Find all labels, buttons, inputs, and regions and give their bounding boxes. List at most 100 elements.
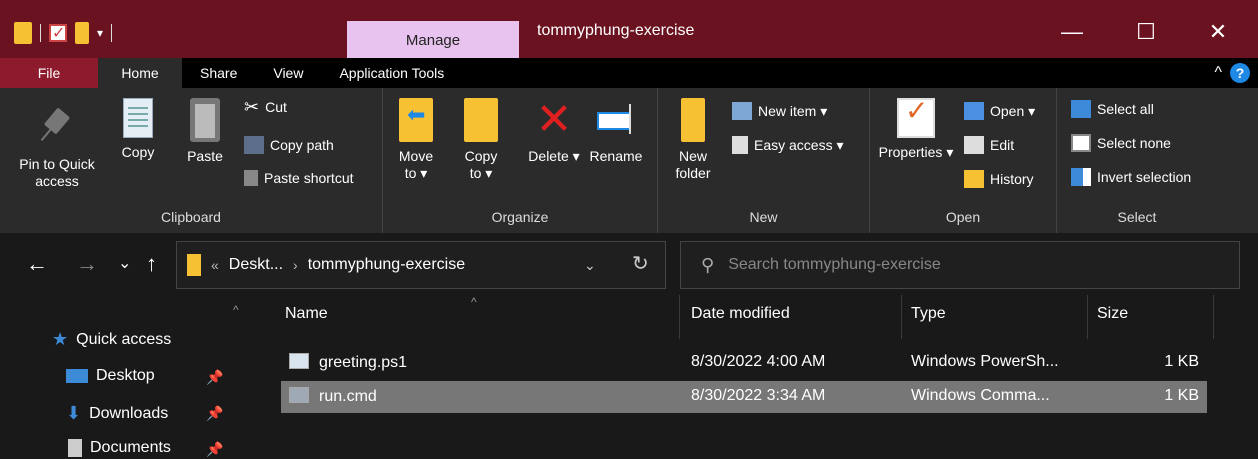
copy-icon	[123, 98, 153, 138]
column-header-date-modified[interactable]: Date modified	[691, 305, 790, 323]
properties-button[interactable]: Properties ▾	[878, 98, 954, 161]
tab-file[interactable]: File	[0, 58, 98, 88]
select-all-icon	[1071, 100, 1091, 118]
history-icon	[964, 170, 984, 188]
organize-group-label: Organize	[491, 209, 549, 225]
paste-shortcut-button[interactable]: Paste shortcut	[244, 170, 354, 186]
minimize-button[interactable]: —	[1042, 14, 1102, 50]
forward-button[interactable]: →	[76, 251, 98, 277]
properties-check-icon[interactable]	[49, 23, 67, 43]
tab-view[interactable]: View	[255, 58, 321, 88]
paste-shortcut-icon	[244, 170, 258, 186]
column-header-type[interactable]: Type	[911, 305, 946, 323]
pin-to-quick-access-label: Pin to Quick access	[19, 156, 95, 189]
search-box[interactable]: ⚲ Search tommyphung-exercise	[680, 241, 1240, 289]
easy-access-button[interactable]: Easy access ▾	[732, 136, 844, 154]
manage-contextual-tab[interactable]: Manage	[347, 21, 519, 59]
overflow-chevron[interactable]: «	[211, 257, 219, 273]
pin-to-quick-access-button[interactable]: Pin to Quick access	[14, 98, 100, 190]
new-group: New folder New item ▾ Easy access ▾ New	[658, 88, 870, 233]
rename-button[interactable]: Rename	[583, 98, 649, 165]
clipboard-group: Pin to Quick access Copy Paste ✂ Cut Cop…	[0, 88, 383, 233]
invert-selection-button[interactable]: Invert selection	[1071, 168, 1191, 186]
nav-item-downloads[interactable]: ⬇ Downloads	[66, 403, 168, 424]
select-group: Select all Select none Invert selection …	[1057, 88, 1217, 233]
copy-label: Copy	[121, 144, 155, 160]
move-to-button[interactable]: Move to ▾	[397, 98, 435, 182]
edit-button[interactable]: Edit	[964, 136, 1014, 154]
paste-icon	[190, 98, 220, 142]
folder-icon	[187, 254, 201, 276]
column-divider[interactable]	[679, 295, 680, 339]
pin-icon	[37, 98, 77, 150]
delete-button[interactable]: ✕ Delete ▾	[527, 98, 581, 165]
select-none-label: Select none	[1097, 135, 1171, 151]
cut-button[interactable]: ✂ Cut	[244, 98, 287, 116]
edit-label: Edit	[990, 137, 1015, 153]
history-button[interactable]: History	[964, 170, 1034, 188]
tab-application-tools[interactable]: Application Tools	[321, 58, 462, 88]
address-history-dropdown[interactable]: ⌄	[584, 257, 596, 274]
copy-path-icon	[244, 136, 264, 154]
tab-share[interactable]: Share	[182, 58, 255, 88]
up-button[interactable]: ↑	[146, 251, 157, 277]
delete-label: Delete ▾	[528, 148, 580, 164]
window-title: tommyphung-exercise	[537, 22, 695, 39]
ribbon-tab-bar: File Home Share View Application Tools	[0, 58, 1258, 88]
properties-label: Properties ▾	[878, 144, 954, 160]
folder-icon[interactable]	[14, 22, 32, 44]
new-folder-button[interactable]: New folder	[670, 98, 716, 182]
open-button[interactable]: Open ▾	[964, 102, 1035, 120]
desktop-icon	[66, 369, 88, 383]
column-header-size[interactable]: Size	[1097, 305, 1128, 323]
copy-to-button[interactable]: Copy to ▾	[461, 98, 501, 182]
nav-item-documents[interactable]: Documents	[68, 439, 171, 457]
customize-toolbar-dropdown[interactable]: ▾	[97, 26, 103, 40]
maximize-button[interactable]: ☐	[1116, 14, 1176, 50]
breadcrumb-current[interactable]: tommyphung-exercise	[308, 256, 465, 274]
scroll-up-arrow[interactable]: ^	[233, 303, 239, 317]
rename-icon	[595, 98, 637, 142]
column-header-name[interactable]: Name	[285, 305, 328, 323]
select-all-button[interactable]: Select all	[1071, 100, 1154, 118]
invert-selection-label: Invert selection	[1097, 169, 1192, 185]
open-icon	[964, 102, 984, 120]
table-row[interactable]: run.cmd 8/30/2022 3:34 AM Windows Comma.…	[281, 381, 1207, 413]
paste-button[interactable]: Paste	[182, 98, 228, 165]
powershell-script-icon	[289, 353, 309, 369]
nav-item-desktop[interactable]: Desktop	[66, 367, 155, 385]
tab-home[interactable]: Home	[98, 58, 182, 88]
new-item-button[interactable]: New item ▾	[732, 102, 827, 120]
column-divider[interactable]	[1213, 295, 1214, 339]
file-name-cell: greeting.ps1	[289, 353, 407, 372]
copy-to-label: Copy to ▾	[464, 148, 498, 181]
move-to-icon	[399, 98, 433, 142]
nav-item-label: Documents	[90, 439, 171, 456]
close-button[interactable]: ✕	[1188, 14, 1248, 50]
column-divider[interactable]	[1087, 295, 1088, 339]
back-button[interactable]: ←	[26, 251, 48, 277]
breadcrumb-parent[interactable]: Deskt...	[229, 256, 283, 274]
breadcrumb-separator[interactable]: ›	[293, 257, 298, 273]
search-icon: ⚲	[701, 254, 715, 275]
table-row[interactable]: greeting.ps1 8/30/2022 4:00 AM Windows P…	[281, 347, 1207, 379]
recent-locations-button[interactable]: ⌄	[118, 253, 131, 273]
refresh-button[interactable]: ↻	[632, 251, 649, 276]
search-input[interactable]: Search tommyphung-exercise	[728, 256, 941, 274]
type-cell: Windows Comma...	[911, 387, 1050, 404]
open-group: Properties ▾ Open ▾ Edit History Open	[870, 88, 1057, 233]
copy-path-button[interactable]: Copy path	[244, 136, 334, 154]
properties-icon	[897, 98, 935, 138]
cut-label: Cut	[265, 99, 287, 115]
documents-icon	[68, 439, 82, 457]
nav-item-quick-access[interactable]: ★ Quick access	[52, 329, 171, 350]
column-divider[interactable]	[901, 295, 902, 339]
new-folder-icon[interactable]	[75, 22, 89, 44]
collapse-ribbon-button[interactable]: ^	[1214, 64, 1222, 82]
select-none-button[interactable]: Select none	[1071, 134, 1171, 152]
toolbar-divider	[40, 24, 41, 42]
copy-button[interactable]: Copy	[118, 98, 158, 161]
scissors-icon: ✂	[244, 97, 260, 117]
select-none-icon	[1071, 134, 1091, 152]
help-icon[interactable]: ?	[1230, 63, 1250, 83]
